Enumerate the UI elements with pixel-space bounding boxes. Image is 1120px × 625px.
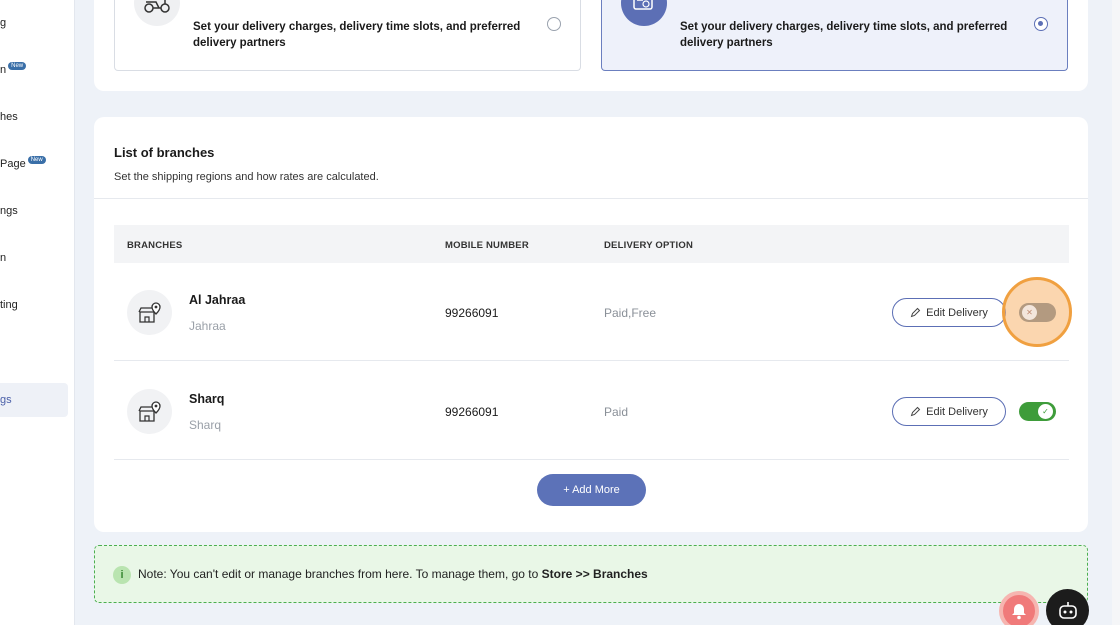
delivery-option-2[interactable]: Set your delivery charges, delivery time… <box>601 0 1068 71</box>
delivery-option-1-radio[interactable] <box>547 17 561 31</box>
branch-delivery-option: Paid <box>604 405 629 419</box>
branch-mobile: 99266091 <box>445 306 499 320</box>
branch-name: Al Jahraa <box>189 293 246 307</box>
column-branches: BRANCHES <box>127 240 183 251</box>
branches-title: List of branches <box>114 145 215 160</box>
branch-city: Jahraa <box>189 319 226 333</box>
delivery-option-2-radio[interactable] <box>1034 17 1048 31</box>
edit-delivery-button[interactable]: Edit Delivery <box>892 298 1006 327</box>
delivery-option-1[interactable]: Set your delivery charges, delivery time… <box>114 0 581 71</box>
sidebar-item-2[interactable]: hes <box>0 111 18 123</box>
divider <box>94 198 1088 199</box>
add-more-button[interactable]: + Add More <box>537 474 646 506</box>
note-banner: i Note: You can't edit or manage branche… <box>94 545 1088 603</box>
sidebar: g n New hes Page New ngs n ting gs <box>0 0 75 625</box>
sidebar-item-5[interactable]: n <box>0 252 6 264</box>
scrollbar[interactable] <box>1112 0 1120 625</box>
pencil-icon <box>910 406 921 417</box>
new-badge: New <box>27 156 46 164</box>
branch-name: Sharq <box>189 392 225 406</box>
delivery-options-card: Set your delivery charges, delivery time… <box>94 0 1088 91</box>
edit-delivery-button[interactable]: Edit Delivery <box>892 397 1006 426</box>
sidebar-item-6[interactable]: ting <box>0 299 18 311</box>
sidebar-item-0[interactable]: g <box>0 17 6 29</box>
note-link-branches[interactable]: Store >> Branches <box>542 567 648 581</box>
sidebar-item-4[interactable]: ngs <box>0 205 18 217</box>
delivery-truck-icon <box>621 0 667 26</box>
chatbot-icon[interactable] <box>1046 589 1089 625</box>
delivery-option-2-text: Set your delivery charges, delivery time… <box>680 21 1008 49</box>
column-mobile-number: MOBILE NUMBER <box>445 240 529 251</box>
table-row: Al Jahraa Jahraa 99266091 Paid,Free Edit… <box>114 263 1072 361</box>
branch-mobile: 99266091 <box>445 405 499 419</box>
branches-subtitle: Set the shipping regions and how rates a… <box>114 171 379 183</box>
info-icon: i <box>113 566 131 584</box>
sidebar-item-3[interactable]: Page New <box>0 156 46 170</box>
pencil-icon <box>910 307 921 318</box>
store-location-icon <box>127 389 172 434</box>
branch-toggle[interactable]: ✓ <box>1019 402 1056 421</box>
table-row: Sharq Sharq 99266091 Paid Edit Delivery … <box>114 362 1069 460</box>
sidebar-item-1[interactable]: n New <box>0 62 27 76</box>
branch-delivery-option: Paid,Free <box>604 306 657 320</box>
store-location-icon <box>127 290 172 335</box>
close-icon: ✕ <box>1022 305 1037 320</box>
table-header: BRANCHES MOBILE NUMBER DELIVERY OPTION <box>114 225 1069 263</box>
column-delivery-option: DELIVERY OPTION <box>604 240 694 251</box>
delivery-option-1-text: Set your delivery charges, delivery time… <box>193 21 521 49</box>
main-content: Set your delivery charges, delivery time… <box>75 0 1120 625</box>
note-text: Note: You can't edit or manage branches … <box>138 567 648 581</box>
branch-toggle[interactable]: ✕ <box>1019 303 1056 322</box>
bell-icon[interactable] <box>999 591 1039 625</box>
scooter-icon <box>134 0 180 26</box>
sidebar-item-active[interactable]: gs <box>0 383 68 417</box>
new-badge: New <box>8 62 27 70</box>
check-icon: ✓ <box>1038 404 1053 419</box>
branches-card: List of branches Set the shipping region… <box>94 117 1088 532</box>
branch-city: Sharq <box>189 418 222 432</box>
